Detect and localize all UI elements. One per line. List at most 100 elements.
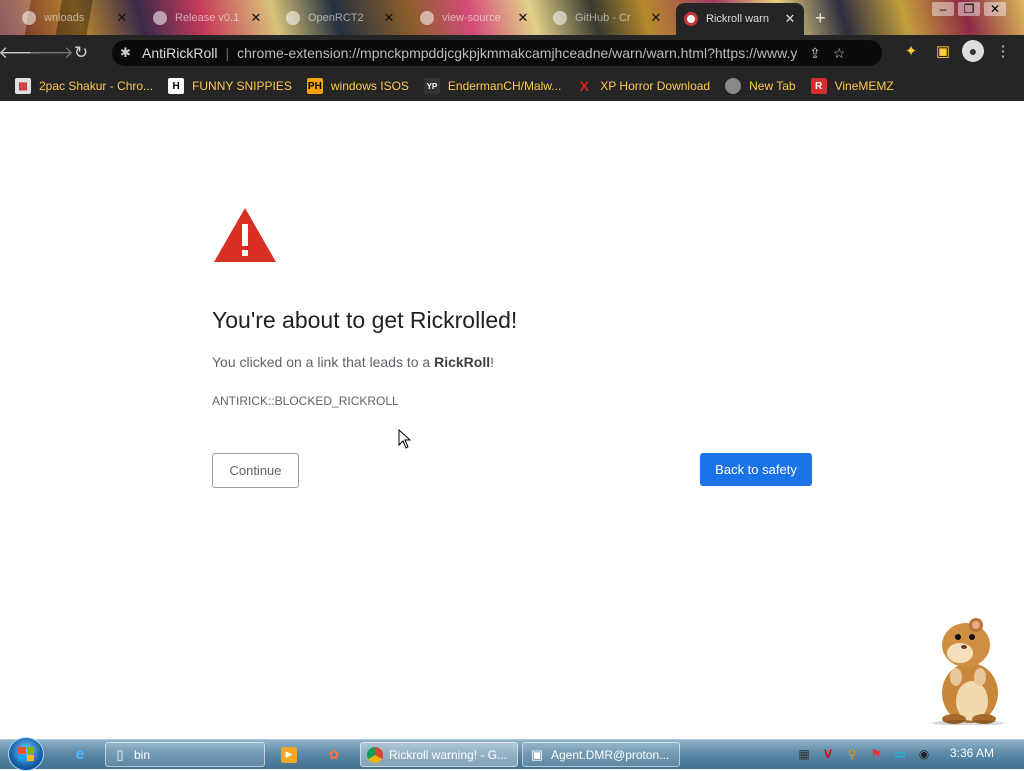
address-bar[interactable]: ✱ AntiRickRoll | chrome-extension://mpnc…	[112, 40, 882, 66]
tab-downloads[interactable]: wnloads ✕	[14, 5, 136, 31]
back-to-safety-button[interactable]: Back to safety	[700, 453, 812, 486]
toolbar-actions: ✦ ▣ ● ⋮	[892, 40, 1016, 62]
tab-title: view-source	[442, 12, 501, 24]
description-bold: RickRoll	[434, 354, 491, 370]
url-text[interactable]: chrome-extension://mpnckpmpddjcgkpjkmmak…	[237, 45, 797, 61]
forward-arrow-icon[interactable]: 🡒	[28, 38, 74, 68]
extension-puzzle-icon: ✱	[120, 45, 131, 60]
yt-icon: YP	[423, 78, 440, 94]
kebab-menu-icon[interactable]: ⋮	[990, 42, 1016, 60]
github-icon	[153, 11, 167, 25]
tab-title: OpenRCT2	[308, 12, 364, 24]
new-tab-plus-icon[interactable]: +	[815, 8, 826, 29]
tray-flag-icon[interactable]: ⚑	[867, 746, 885, 762]
tray-volume-icon[interactable]: ◉	[915, 746, 933, 762]
close-icon[interactable]: ✕	[784, 11, 796, 27]
description-suffix: !	[490, 354, 494, 370]
address-separator: |	[225, 45, 230, 61]
maximize-icon[interactable]: ❐	[958, 2, 980, 16]
tab-openrct2[interactable]: OpenRCT2 ✕	[278, 5, 403, 31]
bookmark-star-icon[interactable]: ☆	[833, 45, 846, 62]
taskbar-label: Agent.DMR@proton...	[551, 747, 670, 762]
share-icon[interactable]: ⇪	[809, 45, 821, 62]
taskbar-label: bin	[134, 747, 151, 762]
window-controls: – ❐ ✕	[928, 2, 1006, 16]
warning-triangle-icon	[214, 208, 276, 262]
bookmark-vinememz[interactable]: R VineMEMZ	[810, 78, 894, 94]
bookmark-new-tab[interactable]: New Tab	[725, 78, 796, 94]
bookmark-label: VineMEMZ	[834, 79, 894, 93]
h-icon: H	[168, 78, 185, 94]
media-player-icon: ▶	[281, 746, 297, 763]
extension-name: AntiRickRoll	[142, 45, 218, 61]
tray-network-icon[interactable]: ▦	[795, 746, 813, 762]
windows-logo-icon	[18, 747, 34, 761]
r-icon: R	[810, 78, 827, 94]
bookmarks-bar: ▦ 2pac Shakur - Chro... H FUNNY SNIPPIES…	[0, 71, 1024, 101]
tray-display-icon[interactable]: ▭	[891, 746, 909, 762]
close-icon[interactable]: ✕	[517, 10, 529, 26]
tab-strip: wnloads ✕ Release v0.1 ✕ OpenRCT2 ✕ view…	[0, 0, 1024, 35]
mouse-cursor-icon	[398, 429, 412, 449]
bookmark-xp-horror[interactable]: X XP Horror Download	[576, 78, 711, 94]
continue-button[interactable]: Continue	[212, 453, 299, 488]
profile-avatar-icon[interactable]: ●	[962, 40, 984, 62]
tab-title: GitHub - Cr	[575, 12, 631, 24]
close-icon[interactable]: ✕	[250, 10, 262, 26]
page-icon	[420, 11, 434, 25]
recycle-bin-icon: ▯	[116, 746, 124, 762]
close-icon[interactable]: ✕	[116, 10, 128, 26]
bookmark-label: XP Horror Download	[600, 79, 711, 93]
close-icon[interactable]: ✕	[383, 10, 395, 26]
tab-rickroll-warning[interactable]: Rickroll warn ✕	[676, 3, 804, 35]
bookmark-windows-isos[interactable]: PH windows ISOS	[306, 78, 409, 94]
tab-release[interactable]: Release v0.1 ✕	[145, 5, 270, 31]
app-icon: ✿	[328, 746, 340, 762]
tab-title: Rickroll warn	[706, 13, 769, 25]
description-text: You clicked on a link that leads to a	[212, 354, 435, 370]
chrome-icon	[367, 746, 383, 763]
warning-page: You're about to get Rickrolled! You clic…	[0, 101, 1024, 739]
downloads-icon	[22, 11, 36, 25]
windows-taskbar: e ▯ bin ▶ ✿ Rickroll warning! - G... ▣ A…	[0, 737, 1024, 771]
tab-title: wnloads	[44, 12, 85, 24]
taskbar-agent[interactable]: ▣ Agent.DMR@proton...	[522, 742, 680, 767]
github-icon	[553, 11, 567, 25]
bookmark-label: windows ISOS	[330, 79, 409, 93]
start-button[interactable]	[8, 737, 44, 771]
bookmark-endermanch[interactable]: YP EndermanCH/Malw...	[423, 78, 562, 94]
close-icon[interactable]: ✕	[650, 10, 662, 26]
taskbar-clock[interactable]: 3:36 AM	[950, 746, 994, 760]
tab-github[interactable]: GitHub - Cr ✕	[545, 5, 670, 31]
internet-explorer-icon: e	[75, 745, 85, 763]
bookmark-label: New Tab	[749, 79, 796, 93]
browser-toolbar: 🡐 🡒 ↻ ✱ AntiRickRoll | chrome-extension:…	[0, 35, 1024, 71]
bookmark-label: 2pac Shakur - Chro...	[39, 79, 154, 93]
taskbar-ie[interactable]: e	[66, 742, 98, 767]
music-icon: ▦	[15, 78, 31, 94]
tab-view-source[interactable]: view-source ✕	[412, 5, 537, 31]
minimize-icon[interactable]: –	[932, 2, 954, 16]
hamster-mascot-icon	[932, 618, 1004, 725]
tray-v-icon[interactable]: V	[819, 746, 837, 762]
taskbar-media-player[interactable]: ▶	[275, 742, 307, 767]
taskbar-label: Rickroll warning! - G...	[389, 747, 508, 762]
warning-description: You clicked on a link that leads to a Ri…	[212, 354, 494, 370]
x-icon: X	[579, 78, 589, 94]
close-window-icon[interactable]: ✕	[984, 2, 1006, 16]
bookmark-label: EndermanCH/Malw...	[447, 79, 562, 93]
bookmark-funny-snippies[interactable]: H FUNNY SNIPPIES	[168, 78, 292, 94]
window-icon: ▣	[530, 746, 544, 762]
reload-icon[interactable]: ↻	[66, 38, 96, 68]
openrct2-icon	[286, 11, 300, 25]
extensions-icon[interactable]: ✦	[898, 42, 924, 60]
taskbar-chrome[interactable]: Rickroll warning! - G...	[360, 742, 518, 767]
rickroll-icon	[684, 12, 698, 26]
bookmark-2pac[interactable]: ▦ 2pac Shakur - Chro...	[15, 78, 153, 94]
taskbar-app[interactable]: ✿	[320, 742, 352, 767]
tray-search-icon[interactable]: ⚲	[843, 746, 861, 762]
newtab-icon	[725, 78, 742, 94]
side-panel-icon[interactable]: ▣	[930, 42, 956, 60]
taskbar-recycle-bin[interactable]: ▯ bin	[105, 742, 265, 767]
system-tray: ▦ V ⚲ ⚑ ▭ ◉	[795, 746, 939, 762]
